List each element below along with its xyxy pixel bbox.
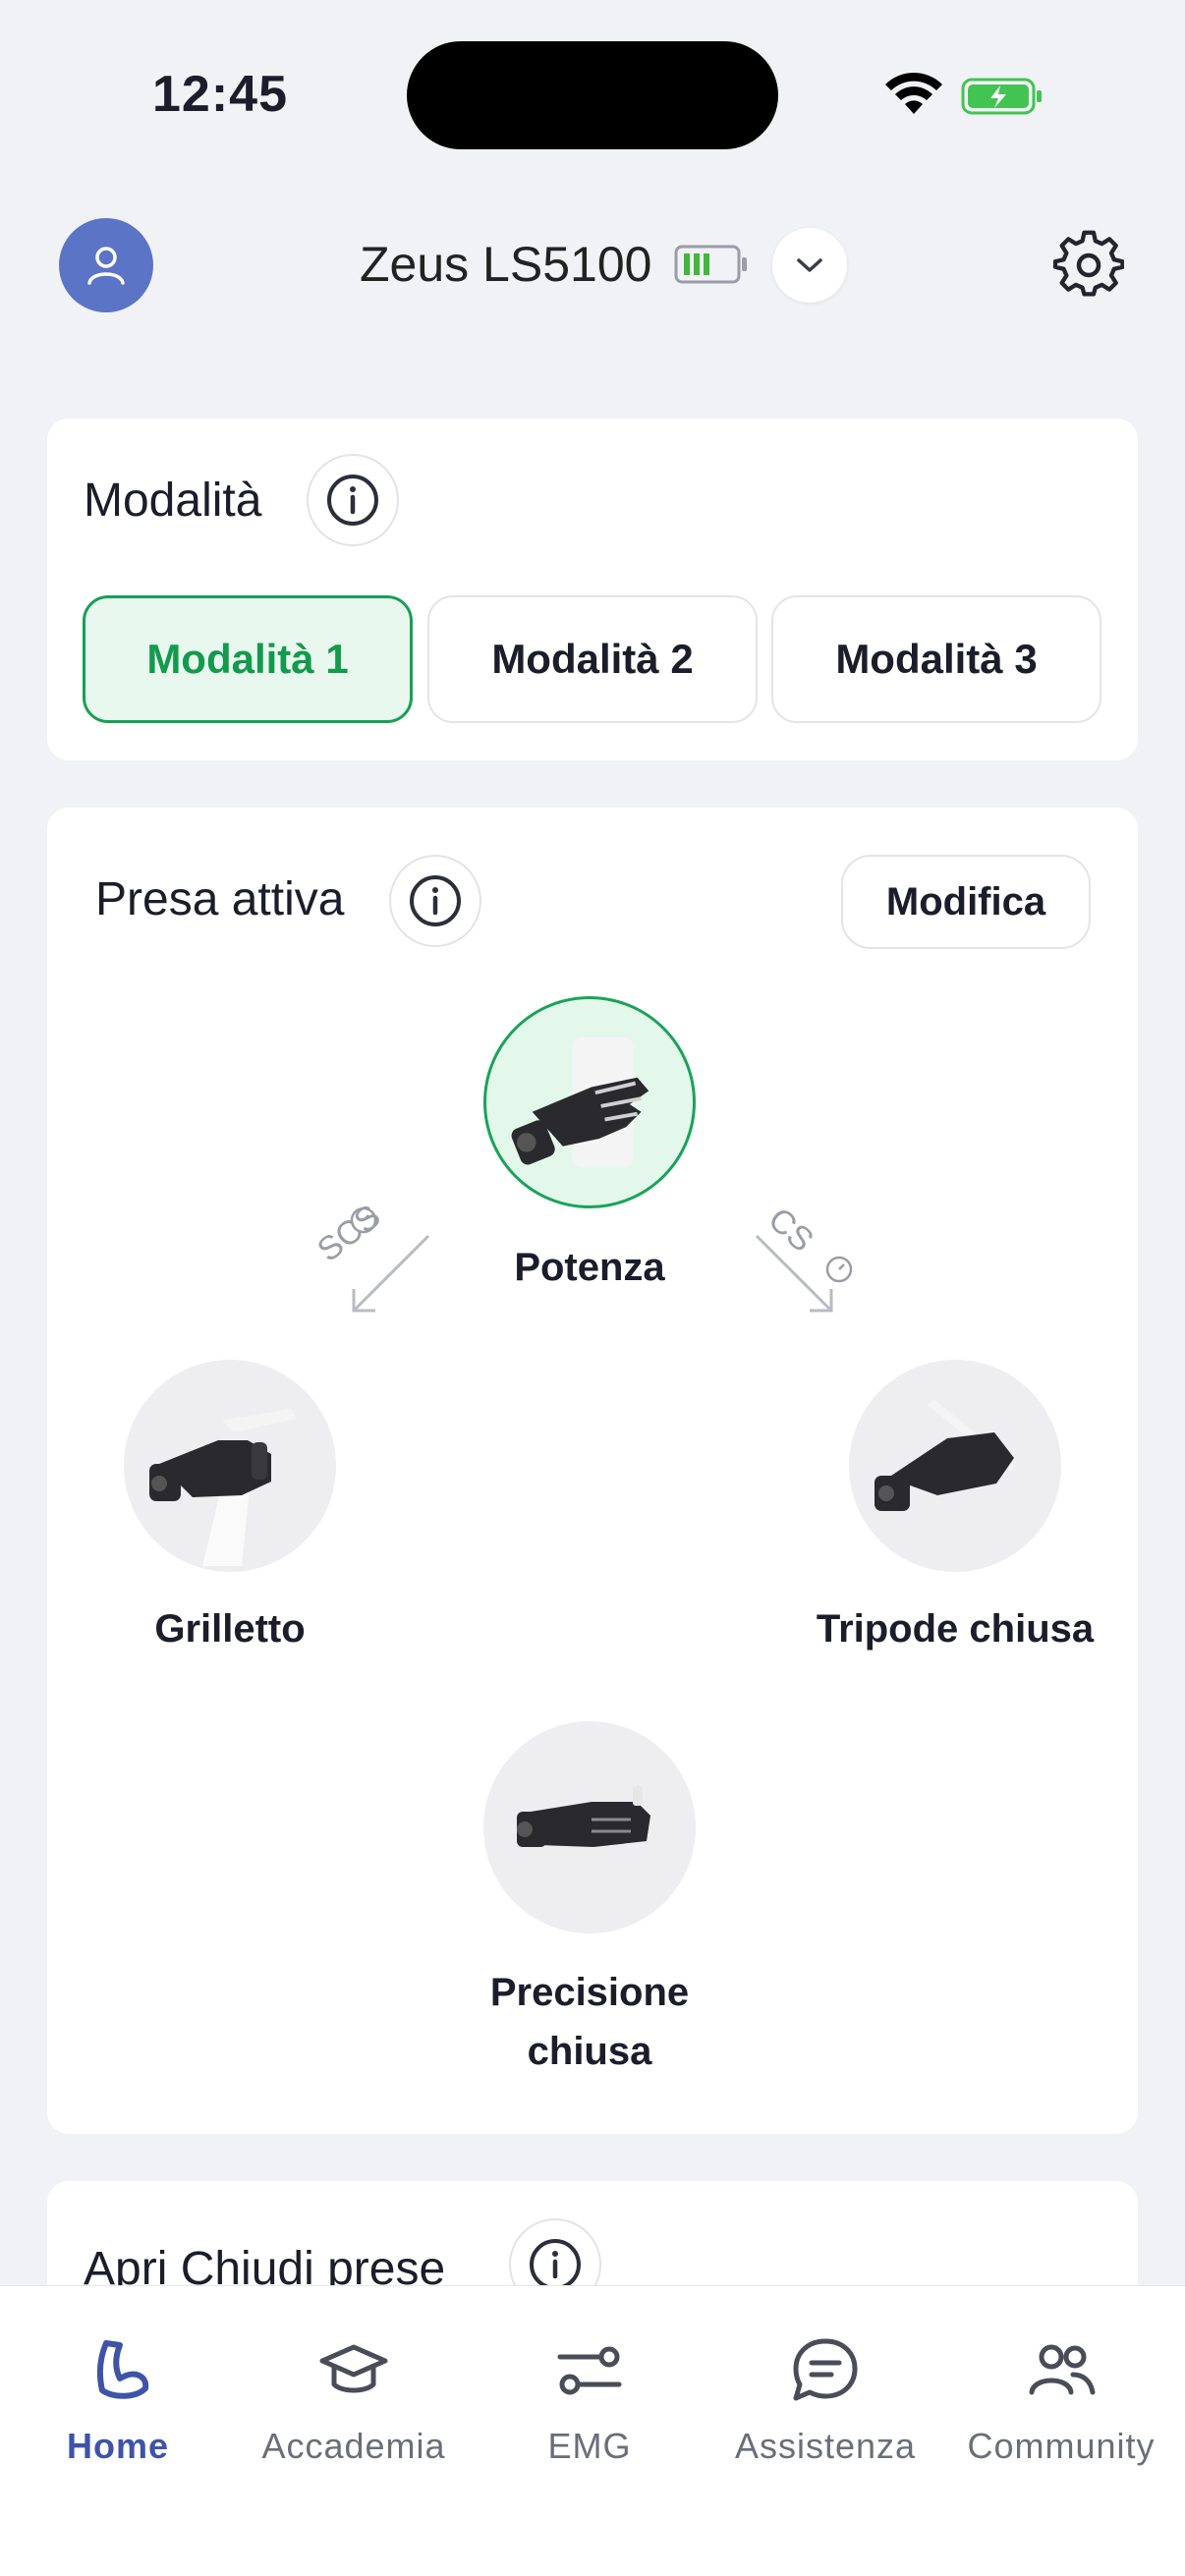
- device-battery-icon: [674, 245, 747, 284]
- grip-potenza-image[interactable]: [483, 996, 696, 1208]
- gear-icon[interactable]: [1053, 230, 1124, 301]
- user-icon: [87, 247, 125, 285]
- profile-avatar[interactable]: [59, 218, 153, 312]
- hand-precision-grip-icon: [517, 1786, 650, 1847]
- chevron-down-icon: [797, 258, 822, 272]
- users-icon: [1029, 2344, 1096, 2395]
- nav-community[interactable]: Community: [943, 2314, 1179, 2510]
- info-icon: [327, 475, 378, 526]
- info-icon: [410, 875, 461, 926]
- mode-button-2[interactable]: Modalità 2: [427, 595, 758, 723]
- nav-community-label: Community: [967, 2426, 1156, 2466]
- grip-grilletto-label: Grilletto: [154, 1607, 306, 1651]
- transition-cs-arrow: [755, 1234, 833, 1313]
- graduation-cap-icon: [319, 2344, 388, 2393]
- status-time: 12:45: [152, 66, 288, 123]
- hand-tripod-grip-icon: [875, 1399, 1016, 1511]
- dynamic-island: [407, 41, 778, 149]
- device-dropdown-button[interactable]: [772, 228, 847, 303]
- hand-power-grip-icon: [511, 1036, 649, 1168]
- wifi-icon: [885, 72, 942, 114]
- active-grip-info-button[interactable]: [389, 855, 481, 947]
- grip-potenza-label: Potenza: [514, 1246, 665, 1289]
- active-grip-title: Presa attiva: [95, 873, 345, 925]
- grip-tripode-label: Tripode chiusa: [816, 1607, 1095, 1651]
- nav-home-label: Home: [66, 2426, 170, 2466]
- mode-title: Modalità: [84, 475, 262, 527]
- grip-grilletto-image[interactable]: [124, 1360, 336, 1572]
- nav-assistenza-label: Assistenza: [734, 2426, 917, 2466]
- app-screen: 12:45 Zeus LS5100 Modalità Modalità 1 Mo…: [0, 0, 1185, 2576]
- sliders-icon: [557, 2346, 622, 2395]
- mode-button-1[interactable]: Modalità 1: [83, 595, 413, 723]
- mode-card: Modalità Modalità 1 Modalità 2 Modalità …: [47, 419, 1138, 760]
- grip-precisione-label: Precisione chiusa: [489, 1971, 690, 2073]
- arm-icon: [96, 2340, 149, 2399]
- battery-charging-icon: [961, 78, 1042, 115]
- nav-emg-label: EMG: [547, 2426, 632, 2466]
- nav-assistenza[interactable]: Assistenza: [707, 2314, 943, 2510]
- nav-emg[interactable]: EMG: [472, 2314, 707, 2510]
- grip-tripode-image[interactable]: [849, 1360, 1061, 1572]
- mode-button-3[interactable]: Modalità 3: [771, 595, 1101, 723]
- nav-accademia[interactable]: Accademia: [236, 2314, 472, 2510]
- grip-precisione-image[interactable]: [483, 1721, 696, 1933]
- nav-home[interactable]: Home: [0, 2314, 236, 2510]
- transition-scs-arrow: [352, 1234, 430, 1313]
- device-name: Zeus LS5100: [360, 237, 652, 292]
- mode-info-button[interactable]: [307, 454, 399, 546]
- active-grip-card: Presa attiva Modifica Potenza SCS CS Gri…: [47, 808, 1138, 2134]
- info-icon: [530, 2239, 581, 2290]
- hand-trigger-grip-icon: [149, 1409, 297, 1566]
- bottom-navigation: Home Accademia EMG Assistenza Community: [0, 2285, 1185, 2576]
- nav-accademia-label: Accademia: [261, 2426, 446, 2466]
- chat-bubble-icon: [793, 2338, 858, 2401]
- edit-grip-button[interactable]: Modifica: [841, 855, 1091, 949]
